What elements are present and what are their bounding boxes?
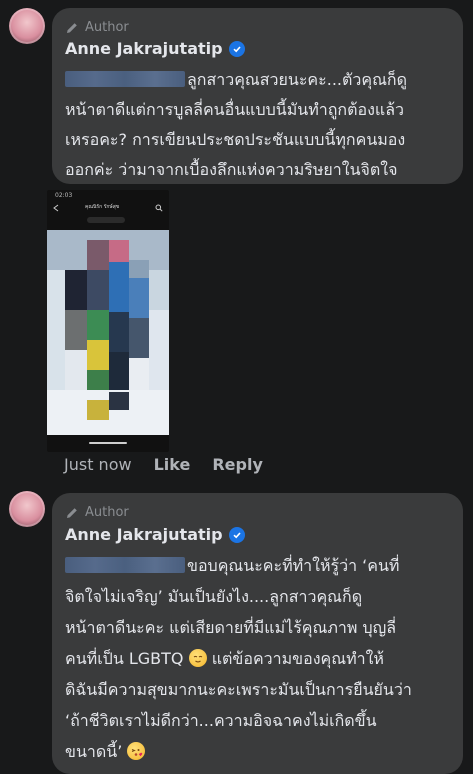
comment-bubble: Author Anne Jakrajutatip ลูกสาวคุณสวยนะค…	[52, 8, 463, 184]
pencil-icon	[67, 507, 77, 518]
comment-actions: Just now Like Reply	[64, 455, 263, 474]
comment-line: หน้าตาดีนะคะ แต่เสียดายที่มีแม่ไร้คุณภาพ…	[65, 618, 397, 637]
phone-header-title: คุณนิรัก รักษ์สุข	[85, 204, 120, 210]
comment-line: ขนาดนี้’	[65, 742, 123, 761]
reply-button[interactable]: Reply	[212, 455, 263, 474]
author-badge: Author	[65, 20, 129, 35]
pencil-icon	[67, 22, 77, 33]
redacted-mention	[65, 557, 185, 573]
author-badge: Author	[65, 505, 129, 520]
comment-bubble: Author Anne Jakrajutatip ขอบคุณนะคะที่ทำ…	[52, 493, 463, 774]
pixelated-photo	[47, 230, 169, 435]
author-badge-label: Author	[85, 505, 129, 520]
comment-line: เหรอคะ? การเขียนประชดประชันแบบนี้ทุกคนมอ…	[65, 130, 406, 149]
comment-timestamp: Just now	[64, 455, 132, 474]
comment-line: ‘ถ้าชีวิตเราไม่ดีกว่า...ความอิจฉาคงไม่เก…	[65, 711, 377, 730]
comment-text: ขอบคุณนะคะที่ทำให้รู้ว่า ‘คนที่ จิตใจไม่…	[65, 550, 460, 767]
commenter-name[interactable]: Anne Jakrajutatip	[65, 525, 223, 544]
comment-line: ขอบคุณนะคะที่ทำให้รู้ว่า ‘คนที่	[187, 556, 400, 575]
kissing-face-emoji	[127, 742, 146, 760]
back-arrow-icon	[53, 204, 59, 212]
comment-attachment-image[interactable]: 02:03 คุณนิรัก รักษ์สุข	[47, 190, 169, 452]
commenter-avatar[interactable]	[9, 491, 45, 527]
search-icon	[155, 204, 163, 212]
redacted-mention	[65, 71, 185, 87]
comment-line: ออกค่ะ ว่ามาจากเบื้องลึกแห่งความริษยาในจ…	[65, 160, 398, 179]
relieved-face-emoji	[188, 649, 207, 667]
like-button[interactable]: Like	[154, 455, 191, 474]
status-time: 02:03	[55, 192, 73, 199]
author-badge-label: Author	[85, 20, 129, 35]
comment-line: จิตใจไม่เจริญ’ มันเป็นยังไง....ลูกสาวคุณ…	[65, 587, 363, 606]
comment-line: แต่ข้อความของคุณทำให้	[211, 649, 384, 668]
comment-line: ดิฉันมีความสุขมากนะคะเพราะมันเป็นการยืนย…	[65, 680, 412, 699]
comment-line: หน้าตาดีแต่การบูลลี่คนอื่นแบบนี้มันทำถูก…	[65, 100, 405, 119]
commenter-avatar[interactable]	[9, 8, 45, 44]
commenter-name[interactable]: Anne Jakrajutatip	[65, 39, 223, 58]
comment-line: ลูกสาวคุณสวยนะคะ...ตัวคุณก็ดู	[187, 70, 407, 89]
verified-badge-icon	[228, 40, 245, 57]
comment-text: ลูกสาวคุณสวยนะคะ...ตัวคุณก็ดู หน้าตาดีแต…	[65, 65, 460, 185]
verified-badge-icon	[228, 526, 245, 543]
comment-line: คนที่เป็น LGBTQ	[65, 649, 184, 668]
